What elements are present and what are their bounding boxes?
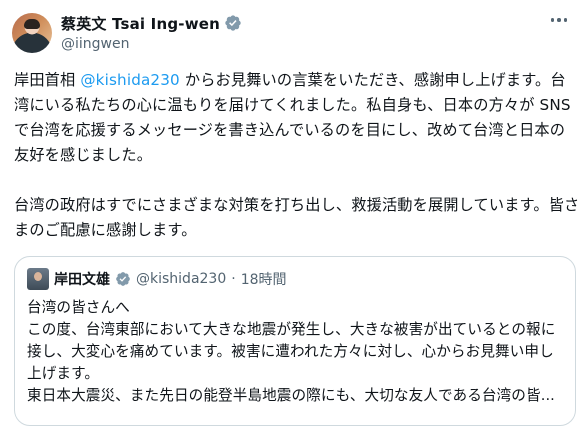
handle[interactable]: @iingwen — [61, 36, 242, 52]
avatar[interactable] — [12, 13, 52, 53]
quoted-tweet-header: 岸田文雄 @kishida230 · 18時間 — [27, 268, 287, 290]
avatar-hair — [24, 19, 40, 29]
quoted-tweet[interactable]: 岸田文雄 @kishida230 · 18時間 台湾の皆さんへ この度、台湾東部… — [14, 256, 576, 426]
quoted-display-name[interactable]: 岸田文雄 — [54, 269, 110, 289]
verified-badge-icon — [116, 272, 130, 286]
more-dot — [563, 18, 567, 22]
more-dot — [550, 18, 554, 22]
quoted-handle[interactable]: @kishida230 — [136, 271, 226, 287]
quoted-avatar[interactable] — [27, 268, 49, 290]
quoted-line: この度、台湾東部において大きな地震が発生し、大きな被害が出ているとの報に — [27, 321, 556, 338]
verified-badge-icon — [225, 15, 241, 31]
name-row: 蔡英文 Tsai Ing-wen — [61, 12, 242, 34]
tweet-header: 蔡英文 Tsai Ing-wen @iingwen — [61, 12, 242, 52]
more-dot — [557, 18, 561, 22]
quoted-line: 台湾の皆さんへ — [27, 299, 130, 316]
quoted-tweet-body: 台湾の皆さんへ この度、台湾東部において大きな地震が発生し、大きな被害が出ている… — [27, 297, 567, 407]
more-icon[interactable] — [547, 14, 572, 26]
mention-link[interactable]: @kishida230 — [80, 71, 180, 89]
quoted-separator: · — [231, 271, 236, 287]
quoted-line: 上げます。 — [27, 365, 100, 382]
quoted-timestamp[interactable]: 18時間 — [241, 269, 287, 289]
tweet-body: 岸田首相 @kishida230 からお見舞いの言葉をいただき、感謝申し上げます… — [14, 68, 580, 243]
tweet-body-part2: からお見舞いの言葉をいただき、感謝申し上げます。台湾にいる私たちの心に温もりを届… — [14, 71, 580, 239]
display-name[interactable]: 蔡英文 Tsai Ing-wen — [61, 13, 220, 34]
quoted-line: 接し、大変心を痛めています。被害に遭われた方々に対し、心からお見舞い申し — [27, 343, 554, 360]
tweet-body-part1: 岸田首相 — [14, 71, 81, 89]
